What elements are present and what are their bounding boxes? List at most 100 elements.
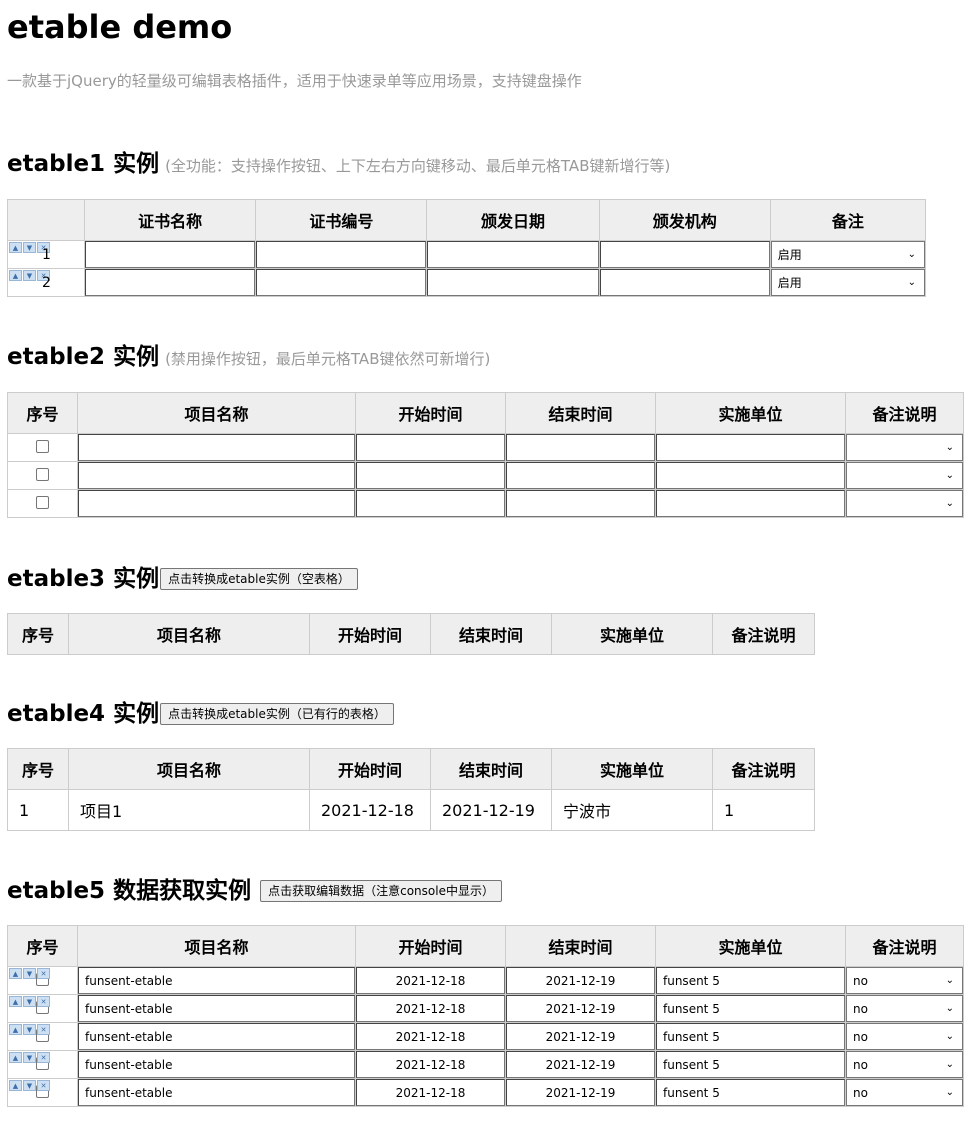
project-name-input[interactable] <box>78 434 355 461</box>
project-name-input[interactable]: funsent-etable <box>78 967 355 994</box>
project-name-input[interactable] <box>78 462 355 489</box>
start-time-input[interactable] <box>356 434 505 461</box>
table-cell: 1 <box>712 789 815 831</box>
end-time-input[interactable]: 2021-12-19 <box>506 995 655 1022</box>
unit-input[interactable]: funsent 5 <box>656 1023 845 1050</box>
arrow-down-icon[interactable]: ▼ <box>23 1024 36 1035</box>
end-time-input[interactable] <box>506 434 655 461</box>
column-header: 结束时间 <box>430 748 552 790</box>
start-time-input[interactable]: 2021-12-18 <box>356 1079 505 1106</box>
delete-row-icon[interactable]: ✕ <box>37 968 50 979</box>
remark-select[interactable]: 启用 ⌄ <box>770 241 925 268</box>
chevron-down-icon: ⌄ <box>945 442 954 453</box>
convert-filled-table-button[interactable]: 点击转换成etable实例（已有行的表格） <box>160 703 394 725</box>
row-number-cell: ▲ ▼ ✕ 2 <box>6 268 86 297</box>
column-header: 序号 <box>7 748 69 790</box>
remark-select[interactable]: ⌄ <box>846 490 963 517</box>
unit-input[interactable]: funsent 5 <box>656 967 845 994</box>
remark-select[interactable]: no ⌄ <box>846 967 963 994</box>
table-row: ⌄ <box>7 489 964 518</box>
remark-select[interactable]: no ⌄ <box>846 1023 963 1050</box>
unit-input[interactable]: funsent 5 <box>656 1079 845 1106</box>
delete-row-icon[interactable]: ✕ <box>37 1024 50 1035</box>
certificate-name-input[interactable] <box>85 269 256 296</box>
certificate-number-input[interactable] <box>256 269 427 296</box>
page-title: etable demo <box>7 8 233 46</box>
row-checkbox[interactable] <box>36 467 49 481</box>
issuer-input[interactable] <box>599 269 770 296</box>
table-row: 1 项目1 2021-12-18 2021-12-19 宁波市 1 <box>7 789 815 831</box>
start-time-input[interactable]: 2021-12-18 <box>356 967 505 994</box>
column-header: 备注 <box>769 199 927 241</box>
remark-select[interactable]: ⌄ <box>846 462 963 489</box>
arrow-down-icon[interactable]: ▼ <box>23 996 36 1007</box>
project-name-input[interactable]: funsent-etable <box>78 995 355 1022</box>
project-name-input[interactable] <box>78 490 355 517</box>
remark-select[interactable]: no ⌄ <box>846 1051 963 1078</box>
column-header <box>6 199 86 241</box>
end-time-input[interactable]: 2021-12-19 <box>506 967 655 994</box>
unit-input[interactable] <box>656 462 845 489</box>
table-cell: 1 <box>7 789 69 831</box>
arrow-down-icon[interactable]: ▼ <box>23 968 36 979</box>
remark-select[interactable]: 启用 ⌄ <box>770 269 925 296</box>
arrow-down-icon[interactable]: ▼ <box>23 1052 36 1063</box>
project-name-input[interactable]: funsent-etable <box>78 1023 355 1050</box>
convert-empty-table-button[interactable]: 点击转换成etable实例（空表格） <box>160 568 358 590</box>
remark-select-value: no <box>853 973 868 988</box>
arrow-up-icon[interactable]: ▲ <box>9 968 22 979</box>
arrow-down-icon[interactable]: ▼ <box>23 270 36 281</box>
unit-input[interactable] <box>656 434 845 461</box>
end-time-input[interactable] <box>506 490 655 517</box>
start-time-input[interactable]: 2021-12-18 <box>356 1023 505 1050</box>
get-edit-data-button[interactable]: 点击获取编辑数据（注意console中显示） <box>260 880 502 902</box>
issue-date-input[interactable] <box>427 241 599 268</box>
certificate-number-input[interactable] <box>256 241 427 268</box>
row-checkbox[interactable] <box>36 439 49 453</box>
chevron-down-icon: ⌄ <box>945 1059 954 1070</box>
issue-date-input[interactable] <box>427 269 599 296</box>
arrow-down-icon[interactable]: ▼ <box>23 1080 36 1091</box>
arrow-down-icon[interactable]: ▼ <box>23 242 36 253</box>
arrow-up-icon[interactable]: ▲ <box>9 996 22 1007</box>
project-name-input[interactable]: funsent-etable <box>78 1051 355 1078</box>
chevron-down-icon: ⌄ <box>945 1003 954 1014</box>
delete-row-icon[interactable]: ✕ <box>37 1080 50 1091</box>
start-time-input[interactable] <box>356 490 505 517</box>
table-row: ▲ ▼ ✕ funsent-etable 2021-12-18 2021-12-19… <box>7 994 964 1023</box>
project-name-input[interactable]: funsent-etable <box>78 1079 355 1106</box>
end-time-input[interactable]: 2021-12-19 <box>506 1051 655 1078</box>
end-time-input[interactable] <box>506 462 655 489</box>
arrow-up-icon[interactable]: ▲ <box>9 1024 22 1035</box>
column-header: 项目名称 <box>77 925 356 967</box>
issuer-input[interactable] <box>599 241 770 268</box>
start-time-input[interactable]: 2021-12-18 <box>356 995 505 1022</box>
column-header: 备注说明 <box>845 392 964 434</box>
column-header: 结束时间 <box>505 392 656 434</box>
unit-input[interactable] <box>656 490 845 517</box>
remark-select[interactable]: no ⌄ <box>846 1079 963 1106</box>
arrow-up-icon[interactable]: ▲ <box>9 1080 22 1091</box>
table-row: ▲ ▼ ✕ funsent-etable 2021-12-18 2021-12-19… <box>7 1050 964 1079</box>
remark-select[interactable]: ⌄ <box>846 434 963 461</box>
end-time-input[interactable]: 2021-12-19 <box>506 1023 655 1050</box>
start-time-input[interactable] <box>356 462 505 489</box>
unit-input[interactable]: funsent 5 <box>656 995 845 1022</box>
etable5-heading: etable5 数据获取实例 点击获取编辑数据（注意console中显示） <box>7 876 502 906</box>
arrow-up-icon[interactable]: ▲ <box>9 242 22 253</box>
delete-row-icon[interactable]: ✕ <box>37 996 50 1007</box>
etable5-title: etable5 数据获取实例 <box>7 878 252 904</box>
unit-input[interactable]: funsent 5 <box>656 1051 845 1078</box>
start-time-input[interactable]: 2021-12-18 <box>356 1051 505 1078</box>
column-header: 开始时间 <box>355 392 506 434</box>
certificate-name-input[interactable] <box>85 241 256 268</box>
delete-row-icon[interactable]: ✕ <box>37 1052 50 1063</box>
arrow-up-icon[interactable]: ▲ <box>9 270 22 281</box>
row-checkbox[interactable] <box>36 495 49 509</box>
remark-select[interactable]: no ⌄ <box>846 995 963 1022</box>
arrow-up-icon[interactable]: ▲ <box>9 1052 22 1063</box>
column-header: 序号 <box>7 613 69 655</box>
etable4-heading: etable4 实例 点击转换成etable实例（已有行的表格） <box>7 699 394 729</box>
remark-select-value: no <box>853 1057 868 1072</box>
end-time-input[interactable]: 2021-12-19 <box>506 1079 655 1106</box>
